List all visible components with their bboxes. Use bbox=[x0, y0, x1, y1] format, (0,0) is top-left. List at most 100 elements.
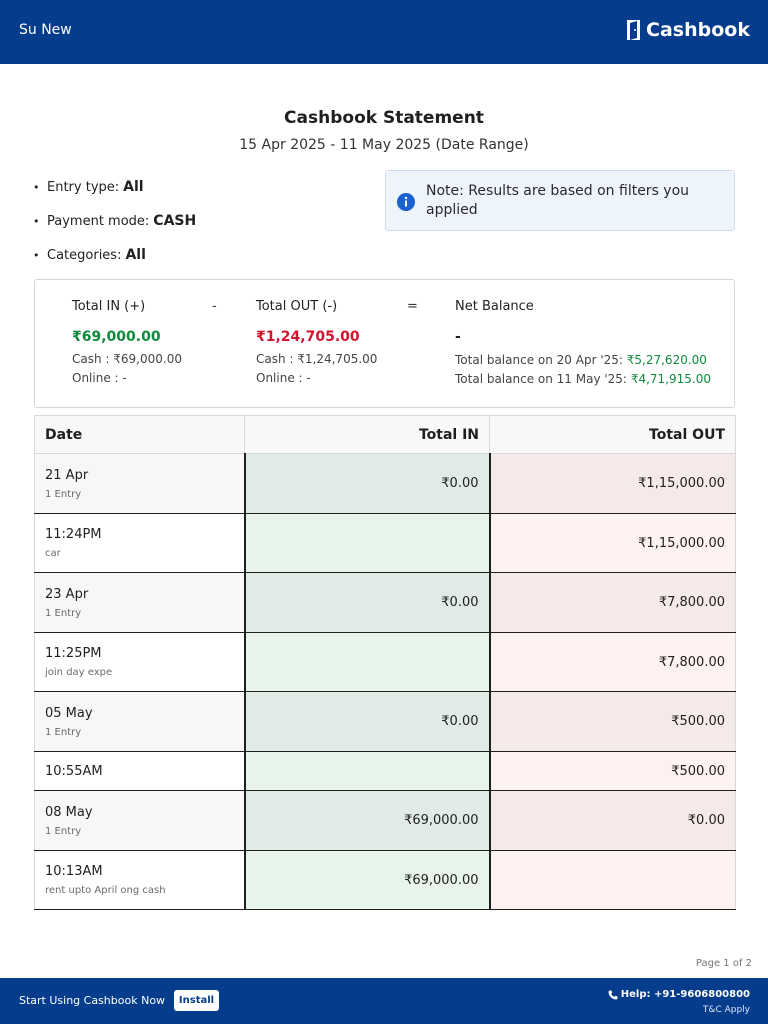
brand-logo: Cashbook bbox=[625, 19, 750, 41]
table-row: 11:25PM join day expe ₹7,800.00 bbox=[34, 632, 736, 692]
total-in-cell: ₹0.00 bbox=[244, 691, 491, 752]
bullet: • bbox=[33, 248, 40, 262]
filter-payment-mode: • Payment mode: CASH bbox=[33, 204, 196, 238]
total-in-cell: ₹69,000.00 bbox=[244, 850, 491, 910]
install-button[interactable]: Install bbox=[174, 990, 219, 1011]
summary-card: Total IN (+) ₹69,000.00 Cash : ₹69,000.0… bbox=[34, 279, 735, 408]
total-in-online: Online : - bbox=[72, 371, 127, 385]
help-text: Help: +91-9606800800 bbox=[620, 989, 750, 1000]
bullet: • bbox=[33, 180, 40, 194]
total-out-cell: ₹500.00 bbox=[489, 691, 736, 752]
date-cell: 23 Apr 1 Entry bbox=[34, 572, 246, 633]
net-balance-label: Net Balance bbox=[455, 299, 534, 314]
filter-label: Payment mode: bbox=[47, 213, 150, 229]
page-number: Page 1 of 2 bbox=[695, 958, 752, 969]
total-out-cell: ₹1,15,000.00 bbox=[489, 453, 736, 514]
time-cell: 10:13AM rent upto April ong cash bbox=[34, 850, 246, 910]
total-out-label: Total OUT (-) bbox=[256, 299, 338, 314]
closing-balance-label: Total balance on 11 May '25: bbox=[455, 372, 627, 386]
tnc-text: T&C Apply bbox=[702, 1005, 750, 1015]
column-header-total-in: Total IN bbox=[244, 415, 490, 454]
table-row: 08 May 1 Entry ₹69,000.00 ₹0.00 bbox=[34, 790, 736, 851]
total-out-cell: ₹7,800.00 bbox=[489, 572, 736, 633]
equals-operator: = bbox=[407, 299, 418, 314]
bullet: • bbox=[33, 214, 40, 228]
filter-entry-type: • Entry type: All bbox=[33, 170, 196, 204]
total-out-cell: ₹1,15,000.00 bbox=[489, 513, 736, 573]
filter-label: Categories: bbox=[47, 247, 122, 263]
table-row: 11:24PM car ₹1,15,000.00 bbox=[34, 513, 736, 573]
column-header-total-out: Total OUT bbox=[489, 415, 736, 454]
total-out-cell: ₹0.00 bbox=[489, 790, 736, 851]
column-header-date: Date bbox=[34, 415, 245, 454]
total-in-cell: ₹0.00 bbox=[244, 572, 491, 633]
row-time: 11:24PM bbox=[45, 527, 102, 542]
report-date-range: 15 Apr 2025 - 11 May 2025 (Date Range) bbox=[239, 137, 529, 153]
brand-name: Cashbook bbox=[646, 19, 750, 41]
filter-categories: • Categories: All bbox=[33, 238, 196, 272]
table-row: 05 May 1 Entry ₹0.00 ₹500.00 bbox=[34, 691, 736, 752]
opening-balance-value: ₹5,27,620.00 bbox=[626, 353, 707, 367]
table-header-row: Date Total IN Total OUT bbox=[34, 415, 736, 454]
row-date: 21 Apr bbox=[45, 467, 89, 483]
filter-label: Entry type: bbox=[47, 179, 120, 195]
info-icon bbox=[397, 193, 415, 211]
filter-note: Note: Results are based on filters you a… bbox=[385, 170, 735, 231]
row-time: 10:13AM bbox=[45, 864, 103, 879]
date-cell: 21 Apr 1 Entry bbox=[34, 453, 246, 514]
top-header: Su New Cashbook bbox=[0, 0, 768, 64]
total-in-cell: ₹0.00 bbox=[244, 453, 491, 514]
total-out-cell bbox=[489, 850, 736, 910]
time-cell: 10:55AM bbox=[34, 751, 246, 791]
opening-balance: Total balance on 20 Apr '25: ₹5,27,620.0… bbox=[455, 353, 707, 367]
business-name: Su New bbox=[19, 22, 72, 38]
entry-count: 1 Entry bbox=[45, 607, 82, 619]
help-phone[interactable]: Help: +91-9606800800 bbox=[608, 989, 750, 1000]
filter-value: All bbox=[125, 247, 146, 263]
total-in-cell bbox=[244, 751, 491, 791]
entry-remark: rent upto April ong cash bbox=[45, 885, 166, 896]
entry-count: 1 Entry bbox=[45, 825, 82, 837]
entry-remark: join day expe bbox=[45, 667, 113, 678]
time-cell: 11:24PM car bbox=[34, 513, 246, 573]
minus-operator: - bbox=[212, 299, 217, 314]
date-cell: 05 May 1 Entry bbox=[34, 691, 246, 752]
entry-count: 1 Entry bbox=[45, 726, 82, 738]
total-in-cell: ₹69,000.00 bbox=[244, 790, 491, 851]
entry-count: 1 Entry bbox=[45, 488, 82, 500]
filter-value: All bbox=[123, 179, 144, 195]
total-in-cell bbox=[244, 513, 491, 573]
total-out-cell: ₹500.00 bbox=[489, 751, 736, 791]
total-out-cell: ₹7,800.00 bbox=[489, 632, 736, 692]
total-in-label: Total IN (+) bbox=[72, 299, 146, 314]
row-time: 10:55AM bbox=[45, 763, 103, 779]
total-in-cash: Cash : ₹69,000.00 bbox=[72, 352, 182, 366]
book-icon bbox=[627, 20, 641, 40]
table-row: 21 Apr 1 Entry ₹0.00 ₹1,15,000.00 bbox=[34, 453, 736, 514]
phone-icon bbox=[608, 990, 618, 999]
row-time: 11:25PM bbox=[45, 646, 102, 661]
net-balance-amount: - bbox=[455, 329, 461, 345]
date-cell: 08 May 1 Entry bbox=[34, 790, 246, 851]
closing-balance-value: ₹4,71,915.00 bbox=[630, 372, 711, 386]
total-out-cash: Cash : ₹1,24,705.00 bbox=[256, 352, 378, 366]
table-row: 10:55AM ₹500.00 bbox=[34, 751, 736, 791]
note-text: Note: Results are based on filters you a… bbox=[426, 183, 690, 218]
table-row: 10:13AM rent upto April ong cash ₹69,000.0… bbox=[34, 850, 736, 910]
total-out-amount: ₹1,24,705.00 bbox=[256, 329, 360, 345]
footer-cta-text: Start Using Cashbook Now bbox=[19, 994, 166, 1007]
row-date: 23 Apr bbox=[45, 586, 89, 602]
total-in-amount: ₹69,000.00 bbox=[72, 329, 161, 345]
table-row: 23 Apr 1 Entry ₹0.00 ₹7,800.00 bbox=[34, 572, 736, 633]
opening-balance-label: Total balance on 20 Apr '25: bbox=[455, 353, 623, 367]
row-date: 05 May bbox=[45, 705, 93, 721]
time-cell: 11:25PM join day expe bbox=[34, 632, 246, 692]
filter-value: CASH bbox=[153, 213, 197, 229]
total-in-cell bbox=[244, 632, 491, 692]
closing-balance: Total balance on 11 May '25: ₹4,71,915.0… bbox=[455, 372, 711, 386]
row-date: 08 May bbox=[45, 804, 93, 820]
total-out-online: Online : - bbox=[256, 371, 311, 385]
filters-list: • Entry type: All • Payment mode: CASH •… bbox=[33, 170, 196, 272]
footer-bar: Start Using Cashbook Now Install Help: +… bbox=[0, 978, 768, 1024]
entry-remark: car bbox=[45, 548, 61, 559]
